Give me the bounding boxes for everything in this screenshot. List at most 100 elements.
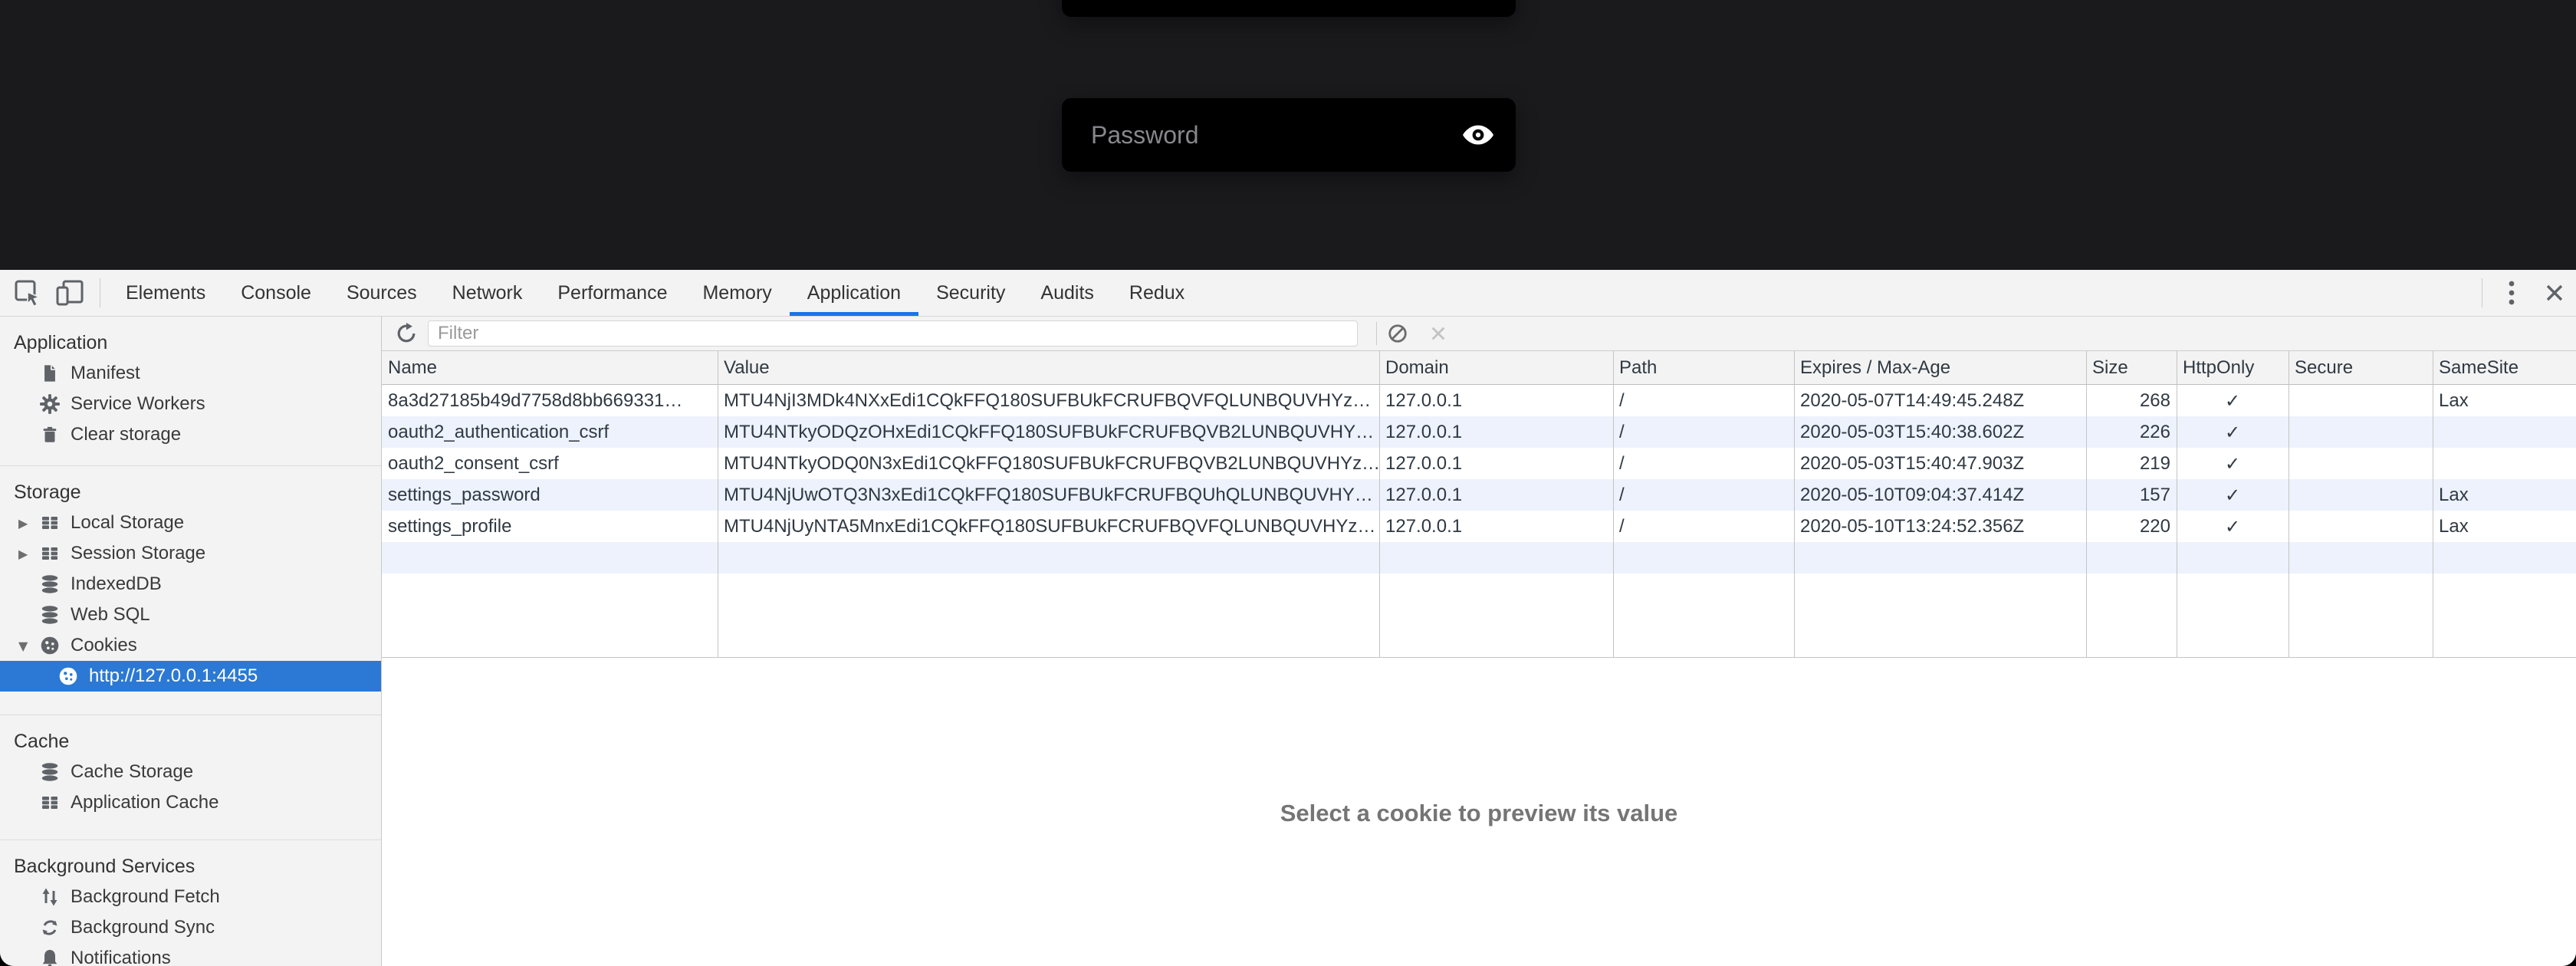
table-row[interactable]: oauth2_consent_csrf MTU4NTkyODQ0N3xEdi1C…: [382, 448, 2576, 479]
column-header-samesite[interactable]: SameSite: [2433, 357, 2575, 379]
sidebar-item-cookies[interactable]: ▼ Cookies: [0, 630, 381, 661]
cookie-size: 219: [2086, 453, 2177, 475]
collapsed-arrow-icon[interactable]: ▶: [18, 547, 38, 561]
text-input-partial[interactable]: [1062, 0, 1516, 17]
cookie-value: MTU4NjUyNTA5MnxEdi1CQkFFQ180SUFBUkFCRUFB…: [718, 516, 1379, 537]
cookie-path: /: [1613, 422, 1794, 443]
sidebar-item-cookie-origin[interactable]: http://127.0.0.1:4455: [0, 661, 381, 692]
clear-all-cookies-icon[interactable]: [1387, 323, 1408, 344]
sidebar-item-session-storage[interactable]: ▶ Session Storage: [0, 538, 381, 569]
column-header-size[interactable]: Size: [2086, 357, 2177, 379]
column-header-domain[interactable]: Domain: [1379, 357, 1613, 379]
cookie-expires: 2020-05-07T14:49:45.248Z: [1794, 390, 2086, 412]
sidebar-item-manifest[interactable]: Manifest: [0, 358, 381, 389]
section-title: Cache: [0, 726, 381, 757]
column-resize-handle[interactable]: [1794, 351, 1795, 657]
cookie-icon: [57, 665, 80, 687]
tab-network[interactable]: Network: [435, 270, 540, 316]
cookie-httponly-check: ✓: [2177, 453, 2288, 475]
trash-icon: [38, 424, 61, 445]
tab-performance[interactable]: Performance: [540, 270, 685, 316]
tabbar-right-controls: [2474, 270, 2576, 316]
kebab-menu-icon[interactable]: [2490, 270, 2533, 316]
cookie-value: MTU4NjUwOTQ3N3xEdi1CQkFFQ180SUFBUkFCRUFB…: [718, 485, 1379, 506]
collapsed-arrow-icon[interactable]: ▶: [18, 516, 38, 531]
table-row[interactable]: settings_profile MTU4NjUyNTA5MnxEdi1CQkF…: [382, 511, 2576, 542]
tab-audits[interactable]: Audits: [1023, 270, 1111, 316]
table-icon: [38, 512, 61, 534]
sidebar-item-web-sql[interactable]: Web SQL: [0, 600, 381, 630]
section-title: Application: [0, 327, 381, 358]
column-resize-handle[interactable]: [2086, 351, 2087, 657]
tab-memory[interactable]: Memory: [685, 270, 789, 316]
sidebar-item-background-fetch[interactable]: Background Fetch: [0, 882, 381, 912]
sidebar-item-cache-storage[interactable]: Cache Storage: [0, 757, 381, 787]
cookie-name: settings_password: [382, 485, 718, 506]
password-input[interactable]: [1089, 120, 1460, 150]
cookie-httponly-check: ✓: [2177, 390, 2288, 412]
delete-selected-icon[interactable]: [1429, 324, 1447, 343]
cookie-samesite: Lax: [2433, 516, 2575, 537]
column-resize-handle[interactable]: [2288, 351, 2289, 657]
document-icon: [38, 363, 61, 384]
devtools-tabs: Elements Console Sources Network Perform…: [108, 270, 1202, 316]
cookie-expires: 2020-05-03T15:40:47.903Z: [1794, 453, 2086, 475]
column-resize-handle[interactable]: [1613, 351, 1614, 657]
sidebar-item-label: Cache Storage: [71, 761, 193, 783]
tab-redux[interactable]: Redux: [1112, 270, 1202, 316]
sidebar-item-label: Cookies: [71, 635, 137, 656]
table-row[interactable]: oauth2_authentication_csrf MTU4NTkyODQzO…: [382, 416, 2576, 448]
column-header-secure[interactable]: Secure: [2288, 357, 2433, 379]
sidebar-item-clear-storage[interactable]: Clear storage: [0, 419, 381, 450]
devtools-panel: Elements Console Sources Network Perform…: [0, 270, 2576, 966]
bell-icon: [38, 948, 61, 966]
eye-icon[interactable]: [1460, 123, 1496, 147]
cookie-value: MTU4NjI3MDk4NXxEdi1CQkFFQ180SUFBUkFCRUFB…: [718, 390, 1379, 412]
column-resize-handle[interactable]: [1379, 351, 1380, 657]
database-icon: [38, 761, 61, 783]
table-row[interactable]: settings_password MTU4NjUwOTQ3N3xEdi1CQk…: [382, 479, 2576, 511]
tab-console[interactable]: Console: [223, 270, 329, 316]
column-header-value[interactable]: Value: [718, 357, 1379, 379]
database-icon: [38, 604, 61, 626]
column-header-httponly[interactable]: HttpOnly: [2177, 357, 2288, 379]
cookie-domain: 127.0.0.1: [1379, 453, 1613, 475]
sidebar-item-service-workers[interactable]: Service Workers: [0, 389, 381, 419]
sidebar-item-notifications[interactable]: Notifications: [0, 943, 381, 966]
tab-elements[interactable]: Elements: [108, 270, 223, 316]
device-toolbar-icon[interactable]: [49, 270, 92, 316]
close-devtools-icon[interactable]: [2533, 270, 2576, 316]
inspect-element-icon[interactable]: [6, 270, 49, 316]
tab-security[interactable]: Security: [918, 270, 1023, 316]
password-field[interactable]: [1062, 98, 1516, 172]
cookie-expires: 2020-05-10T09:04:37.414Z: [1794, 485, 2086, 506]
column-header-name[interactable]: Name: [382, 357, 718, 379]
cookie-domain: 127.0.0.1: [1379, 516, 1613, 537]
sidebar-item-application-cache[interactable]: Application Cache: [0, 787, 381, 818]
cookie-size: 226: [2086, 422, 2177, 443]
sidebar-section-application: Application Manifest Service Workers Cle…: [0, 317, 381, 465]
tab-application[interactable]: Application: [790, 270, 918, 316]
table-row[interactable]: 8a3d27185b49d7758d8bb669331… MTU4NjI3MDk…: [382, 385, 2576, 416]
filter-input[interactable]: [428, 320, 1358, 347]
cookie-samesite: Lax: [2433, 390, 2575, 412]
section-title: Storage: [0, 477, 381, 508]
sidebar-section-background-services: Background Services Background Fetch Bac…: [0, 840, 381, 966]
sidebar-item-label: Application Cache: [71, 792, 219, 813]
cookies-pane: Name Value Domain Path Expires / Max-Age…: [382, 317, 2576, 966]
expanded-arrow-icon[interactable]: ▼: [18, 639, 38, 653]
tab-sources[interactable]: Sources: [329, 270, 435, 316]
cookie-domain: 127.0.0.1: [1379, 485, 1613, 506]
cookie-path: /: [1613, 453, 1794, 475]
sidebar-item-local-storage[interactable]: ▶ Local Storage: [0, 508, 381, 538]
column-header-expires[interactable]: Expires / Max-Age: [1794, 357, 2086, 379]
sidebar-item-indexeddb[interactable]: IndexedDB: [0, 569, 381, 600]
cookies-table: Name Value Domain Path Expires / Max-Age…: [382, 351, 2576, 658]
sync-icon: [38, 917, 61, 938]
sidebar-item-label: Session Storage: [71, 543, 205, 564]
refresh-icon[interactable]: [396, 323, 419, 346]
cookie-path: /: [1613, 516, 1794, 537]
sidebar-item-background-sync[interactable]: Background Sync: [0, 912, 381, 943]
column-header-path[interactable]: Path: [1613, 357, 1794, 379]
table-icon: [38, 543, 61, 564]
